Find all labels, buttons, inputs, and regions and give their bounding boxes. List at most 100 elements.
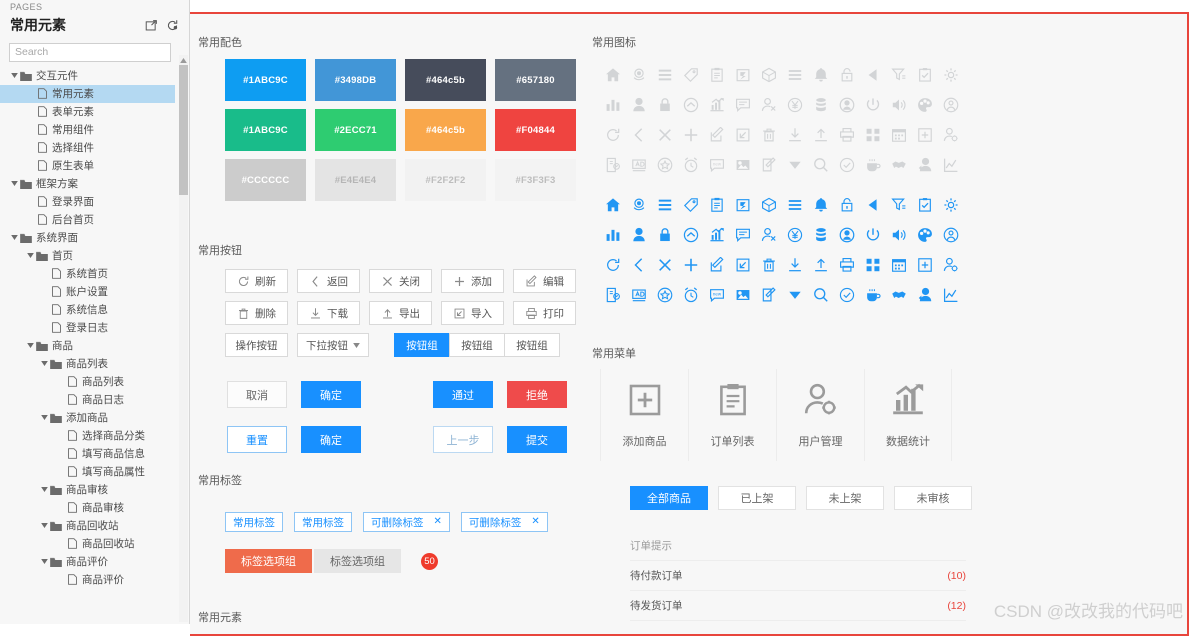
ad-icon[interactable]: [626, 154, 652, 175]
note-edit-icon[interactable]: [756, 154, 782, 175]
yen-icon[interactable]: [782, 224, 808, 245]
alarm-icon[interactable]: [678, 284, 704, 305]
close-icon[interactable]: [652, 124, 678, 145]
tree-item[interactable]: 填写商品属性: [0, 463, 175, 481]
tree-item[interactable]: 商品评价: [0, 553, 175, 571]
trend-chart-icon[interactable]: [704, 94, 730, 115]
plus-icon[interactable]: [678, 124, 704, 145]
tree-item[interactable]: 后台首页: [0, 211, 175, 229]
product-tab[interactable]: 已上架: [718, 486, 796, 510]
handshake-icon[interactable]: [886, 284, 912, 305]
upload-icon[interactable]: [808, 254, 834, 275]
chevron-left-icon[interactable]: [626, 254, 652, 275]
printer-icon[interactable]: [834, 124, 860, 145]
box-icon[interactable]: [756, 64, 782, 85]
刷新-button[interactable]: 刷新: [225, 269, 288, 293]
bell-icon[interactable]: [808, 194, 834, 215]
menu-card[interactable]: 添加商品: [600, 369, 688, 461]
user-alt-icon[interactable]: [912, 284, 938, 305]
download-icon[interactable]: [782, 254, 808, 275]
power-icon[interactable]: [860, 224, 886, 245]
edit-icon[interactable]: [704, 254, 730, 275]
home-icon[interactable]: [600, 64, 626, 85]
tree-item[interactable]: 选择组件: [0, 139, 175, 157]
导出-button[interactable]: 导出: [369, 301, 432, 325]
comment-icon[interactable]: [730, 94, 756, 115]
product-tab[interactable]: 全部商品: [630, 486, 708, 510]
caret-down-icon[interactable]: [10, 181, 19, 186]
check-circle-icon[interactable]: [834, 154, 860, 175]
trash-icon[interactable]: [756, 254, 782, 275]
printer-icon[interactable]: [834, 254, 860, 275]
avatar-circle-icon[interactable]: [834, 224, 860, 245]
edit-icon[interactable]: [704, 124, 730, 145]
page-tree[interactable]: 交互元件 常用元素 表单元素 常用组件 选择组件 原生表单 框架方案 登录界面 后台首页 系统界面…: [0, 67, 189, 625]
menu-lines-icon[interactable]: [652, 64, 678, 85]
line-chart-icon[interactable]: [938, 284, 964, 305]
tree-item[interactable]: 商品列表: [0, 373, 175, 391]
reload-icon[interactable]: [166, 19, 179, 32]
tag-icon[interactable]: [678, 64, 704, 85]
caret-down-icon[interactable]: [782, 284, 808, 305]
添加-button[interactable]: 添加: [441, 269, 504, 293]
tag[interactable]: 可删除标签 ✕: [363, 512, 450, 532]
database-icon[interactable]: [808, 94, 834, 115]
image-icon[interactable]: [730, 154, 756, 175]
clipboard-icon[interactable]: [704, 64, 730, 85]
tree-item[interactable]: 添加商品: [0, 409, 175, 427]
calendar-icon[interactable]: [886, 254, 912, 275]
bar-chart-icon[interactable]: [600, 224, 626, 245]
重置-button[interactable]: 重置: [227, 426, 287, 453]
unlock-icon[interactable]: [834, 194, 860, 215]
check-circle-icon[interactable]: [834, 284, 860, 305]
提交-button[interactable]: 提交: [507, 426, 567, 453]
tree-item[interactable]: 首页: [0, 247, 175, 265]
tag[interactable]: 常用标签: [294, 512, 352, 532]
ad-icon[interactable]: [626, 284, 652, 305]
user-icon[interactable]: [626, 224, 652, 245]
tree-item[interactable]: 交互元件: [0, 67, 175, 85]
grid-icon[interactable]: [860, 254, 886, 275]
tree-item[interactable]: 原生表单: [0, 157, 175, 175]
database-icon[interactable]: [808, 224, 834, 245]
mobile-pay-icon[interactable]: [600, 154, 626, 175]
menu-card[interactable]: 用户管理: [776, 369, 864, 461]
caret-down-icon[interactable]: [10, 235, 19, 240]
import-icon[interactable]: [730, 254, 756, 275]
list-icon[interactable]: [782, 194, 808, 215]
拒绝-button[interactable]: 拒绝: [507, 381, 567, 408]
home-icon[interactable]: [600, 194, 626, 215]
palette-icon[interactable]: [912, 224, 938, 245]
alarm-icon[interactable]: [678, 154, 704, 175]
yen-icon[interactable]: [782, 94, 808, 115]
action-button[interactable]: 操作按钮: [225, 333, 288, 357]
plus-icon[interactable]: [678, 254, 704, 275]
archive-icon[interactable]: [730, 194, 756, 215]
archive-icon[interactable]: [730, 64, 756, 85]
tree-item[interactable]: 登录界面: [0, 193, 175, 211]
user-alt-icon[interactable]: [912, 154, 938, 175]
caret-down-icon[interactable]: [40, 559, 49, 564]
caret-down-icon[interactable]: [26, 343, 35, 348]
filter-icon[interactable]: [886, 194, 912, 215]
coffee-icon[interactable]: [860, 284, 886, 305]
user-icon[interactable]: [626, 94, 652, 115]
import-icon[interactable]: [730, 124, 756, 145]
bell-icon[interactable]: [808, 64, 834, 85]
tree-item[interactable]: 系统界面: [0, 229, 175, 247]
line-chart-icon[interactable]: [938, 154, 964, 175]
caret-down-icon[interactable]: [26, 253, 35, 258]
volume-icon[interactable]: [886, 224, 912, 245]
user-settings-icon[interactable]: [938, 254, 964, 275]
note-edit-icon[interactable]: [756, 284, 782, 305]
tree-item[interactable]: 选择商品分类: [0, 427, 175, 445]
tree-item[interactable]: 登录日志: [0, 319, 175, 337]
tree-item[interactable]: 框架方案: [0, 175, 175, 193]
comment-icon[interactable]: [730, 224, 756, 245]
导入-button[interactable]: 导入: [441, 301, 504, 325]
gear-icon[interactable]: [938, 194, 964, 215]
trash-icon[interactable]: [756, 124, 782, 145]
打印-button[interactable]: 打印: [513, 301, 576, 325]
取消-button[interactable]: 取消: [227, 381, 287, 408]
coffee-icon[interactable]: [860, 154, 886, 175]
